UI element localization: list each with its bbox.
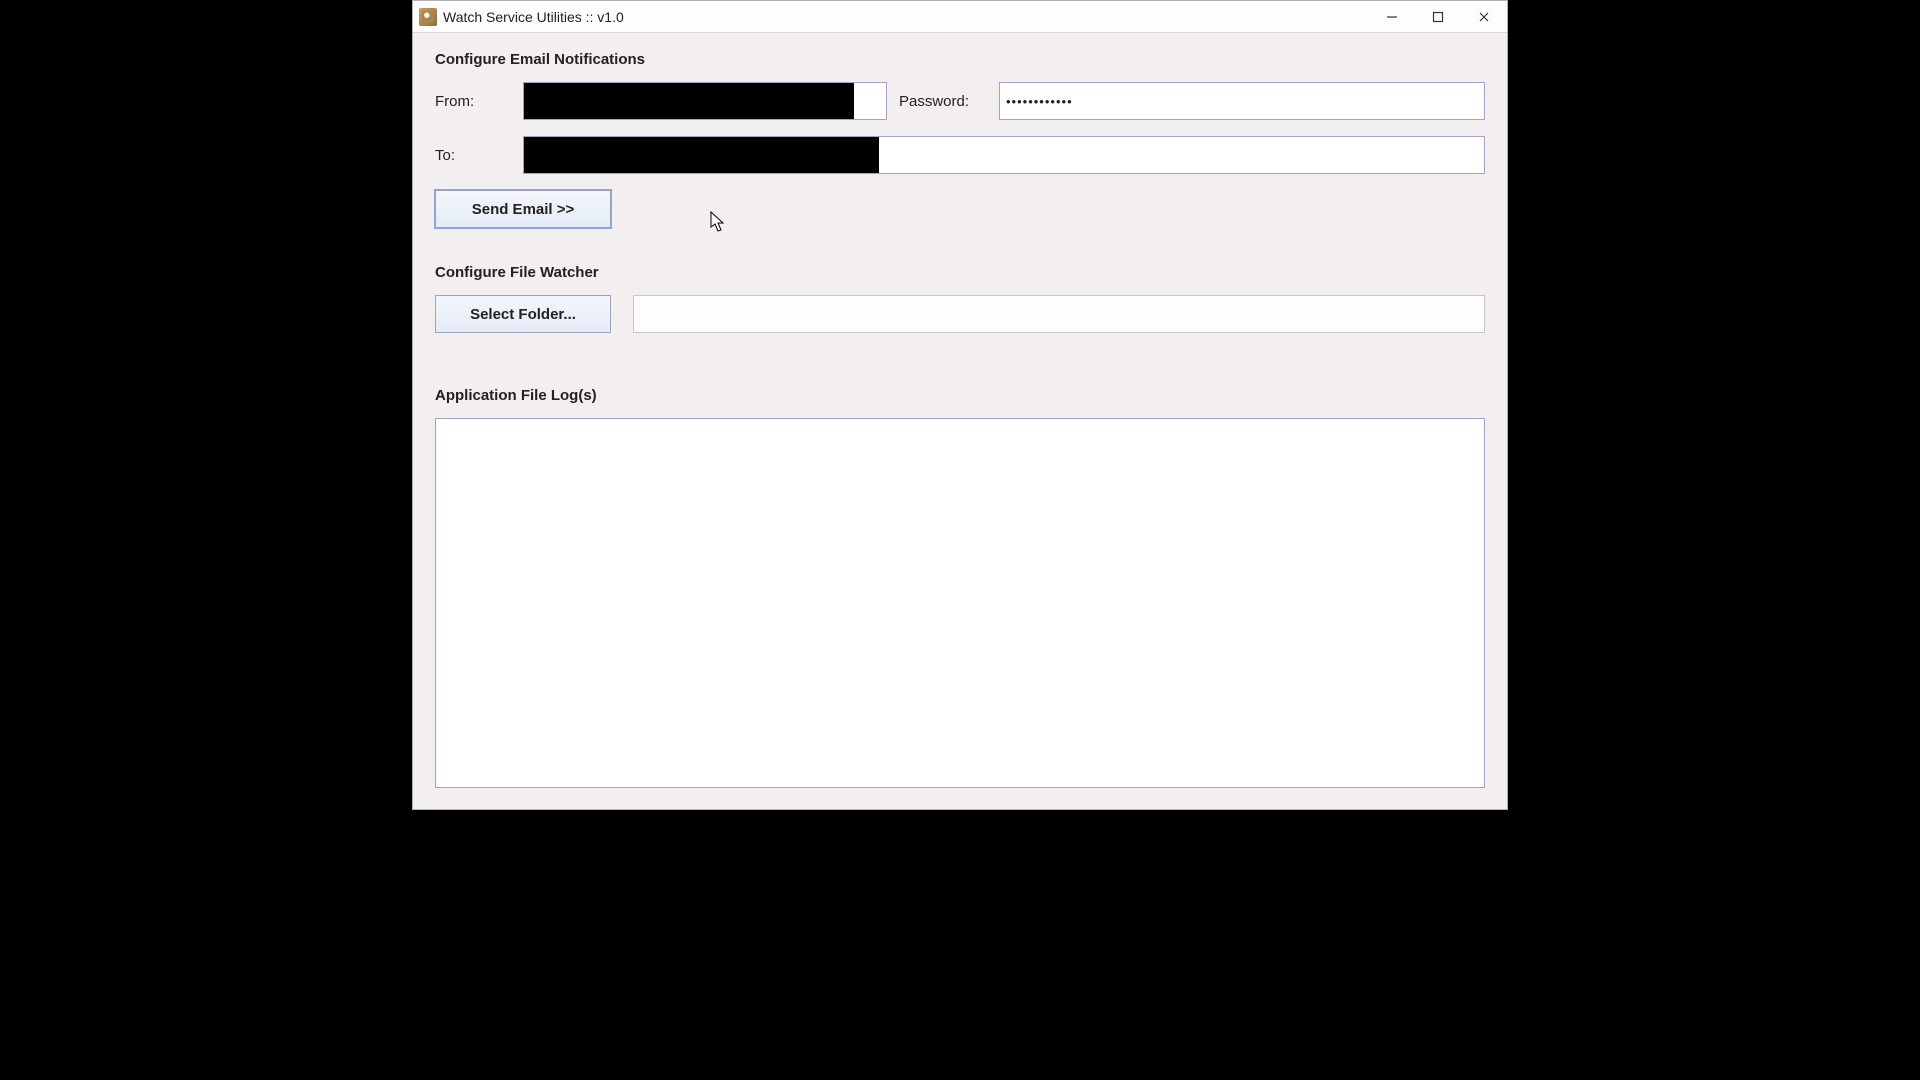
select-folder-button[interactable]: Select Folder... bbox=[435, 295, 611, 333]
watcher-section-heading: Configure File Watcher bbox=[435, 264, 1485, 281]
window-controls bbox=[1369, 1, 1507, 32]
folder-row: Select Folder... bbox=[435, 295, 1485, 333]
password-value: •••••••••••• bbox=[1006, 94, 1073, 109]
log-section-heading: Application File Log(s) bbox=[435, 387, 1485, 404]
to-row: To: bbox=[435, 136, 1485, 174]
email-section-heading: Configure Email Notifications bbox=[435, 51, 1485, 68]
application-window: Watch Service Utilities :: v1.0 Configur… bbox=[412, 0, 1508, 810]
from-password-row: From: Password: •••••••••••• bbox=[435, 82, 1485, 120]
close-button[interactable] bbox=[1461, 1, 1507, 32]
content-area: Configure Email Notifications From: Pass… bbox=[413, 33, 1507, 800]
window-title: Watch Service Utilities :: v1.0 bbox=[443, 9, 624, 25]
java-app-icon bbox=[419, 8, 437, 26]
log-textarea[interactable] bbox=[435, 418, 1485, 788]
redacted-block bbox=[524, 83, 854, 119]
to-label: To: bbox=[435, 147, 513, 164]
minimize-button[interactable] bbox=[1369, 1, 1415, 32]
send-email-button[interactable]: Send Email >> bbox=[435, 190, 611, 228]
folder-path-display bbox=[633, 295, 1485, 333]
redacted-block bbox=[524, 137, 879, 173]
from-input[interactable] bbox=[523, 82, 887, 120]
maximize-button[interactable] bbox=[1415, 1, 1461, 32]
titlebar: Watch Service Utilities :: v1.0 bbox=[413, 1, 1507, 33]
to-input[interactable] bbox=[523, 136, 1485, 174]
from-label: From: bbox=[435, 93, 513, 110]
password-label: Password: bbox=[899, 93, 989, 110]
password-input[interactable]: •••••••••••• bbox=[999, 82, 1485, 120]
